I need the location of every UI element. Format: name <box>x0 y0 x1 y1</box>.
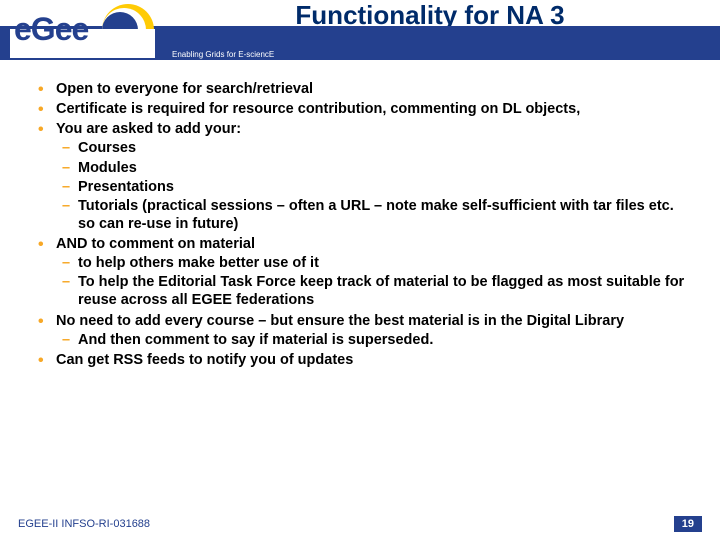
svg-text:eGee: eGee <box>14 11 88 47</box>
sub-text: Presentations <box>78 179 174 195</box>
slide-footer: EGEE-II INFSO-RI-031688 19 <box>0 516 720 532</box>
slide-header: Functionality for NA 3 eGee Enabling Gri… <box>0 0 720 70</box>
bullet-text: Open to everyone for search/retrieval <box>56 81 313 97</box>
bullet-list: Open to everyone for search/retrieval Ce… <box>30 80 690 369</box>
bullet-text: No need to add every course – but ensure… <box>56 313 624 329</box>
list-item: Certificate is required for resource con… <box>30 100 690 118</box>
footer-reference: EGEE-II INFSO-RI-031688 <box>18 518 150 530</box>
list-item: Open to everyone for search/retrieval <box>30 80 690 98</box>
bullet-text: Can get RSS feeds to notify you of updat… <box>56 352 353 368</box>
egee-logo: eGee <box>10 2 155 58</box>
sub-item: Tutorials (practical sessions – often a … <box>56 197 690 233</box>
sub-text: To help the Editorial Task Force keep tr… <box>78 274 684 308</box>
sub-item: And then comment to say if material is s… <box>56 331 690 349</box>
sub-text: Tutorials (practical sessions – often a … <box>78 198 674 232</box>
list-item: No need to add every course – but ensure… <box>30 312 690 349</box>
sub-list: to help others make better use of it To … <box>56 254 690 309</box>
sub-item: Modules <box>56 159 690 177</box>
sub-item: Courses <box>56 139 690 157</box>
sub-item: To help the Editorial Task Force keep tr… <box>56 273 690 309</box>
bullet-text: AND to comment on material <box>56 236 255 252</box>
sub-text: Modules <box>78 160 137 176</box>
sub-list: Courses Modules Presentations Tutorials … <box>56 139 690 233</box>
sub-list: And then comment to say if material is s… <box>56 331 690 349</box>
header-tagline: Enabling Grids for E-sciencE <box>172 50 274 59</box>
list-item: AND to comment on material to help other… <box>30 235 690 310</box>
slide-content: Open to everyone for search/retrieval Ce… <box>0 70 720 369</box>
bullet-text: You are asked to add your: <box>56 121 241 137</box>
list-item: Can get RSS feeds to notify you of updat… <box>30 351 690 369</box>
sub-text: to help others make better use of it <box>78 255 319 271</box>
sub-item: Presentations <box>56 178 690 196</box>
list-item: You are asked to add your: Courses Modul… <box>30 120 690 233</box>
sub-text: And then comment to say if material is s… <box>78 332 433 348</box>
sub-text: Courses <box>78 140 136 156</box>
sub-item: to help others make better use of it <box>56 254 690 272</box>
slide-number: 19 <box>674 516 702 532</box>
bullet-text: Certificate is required for resource con… <box>56 101 580 117</box>
